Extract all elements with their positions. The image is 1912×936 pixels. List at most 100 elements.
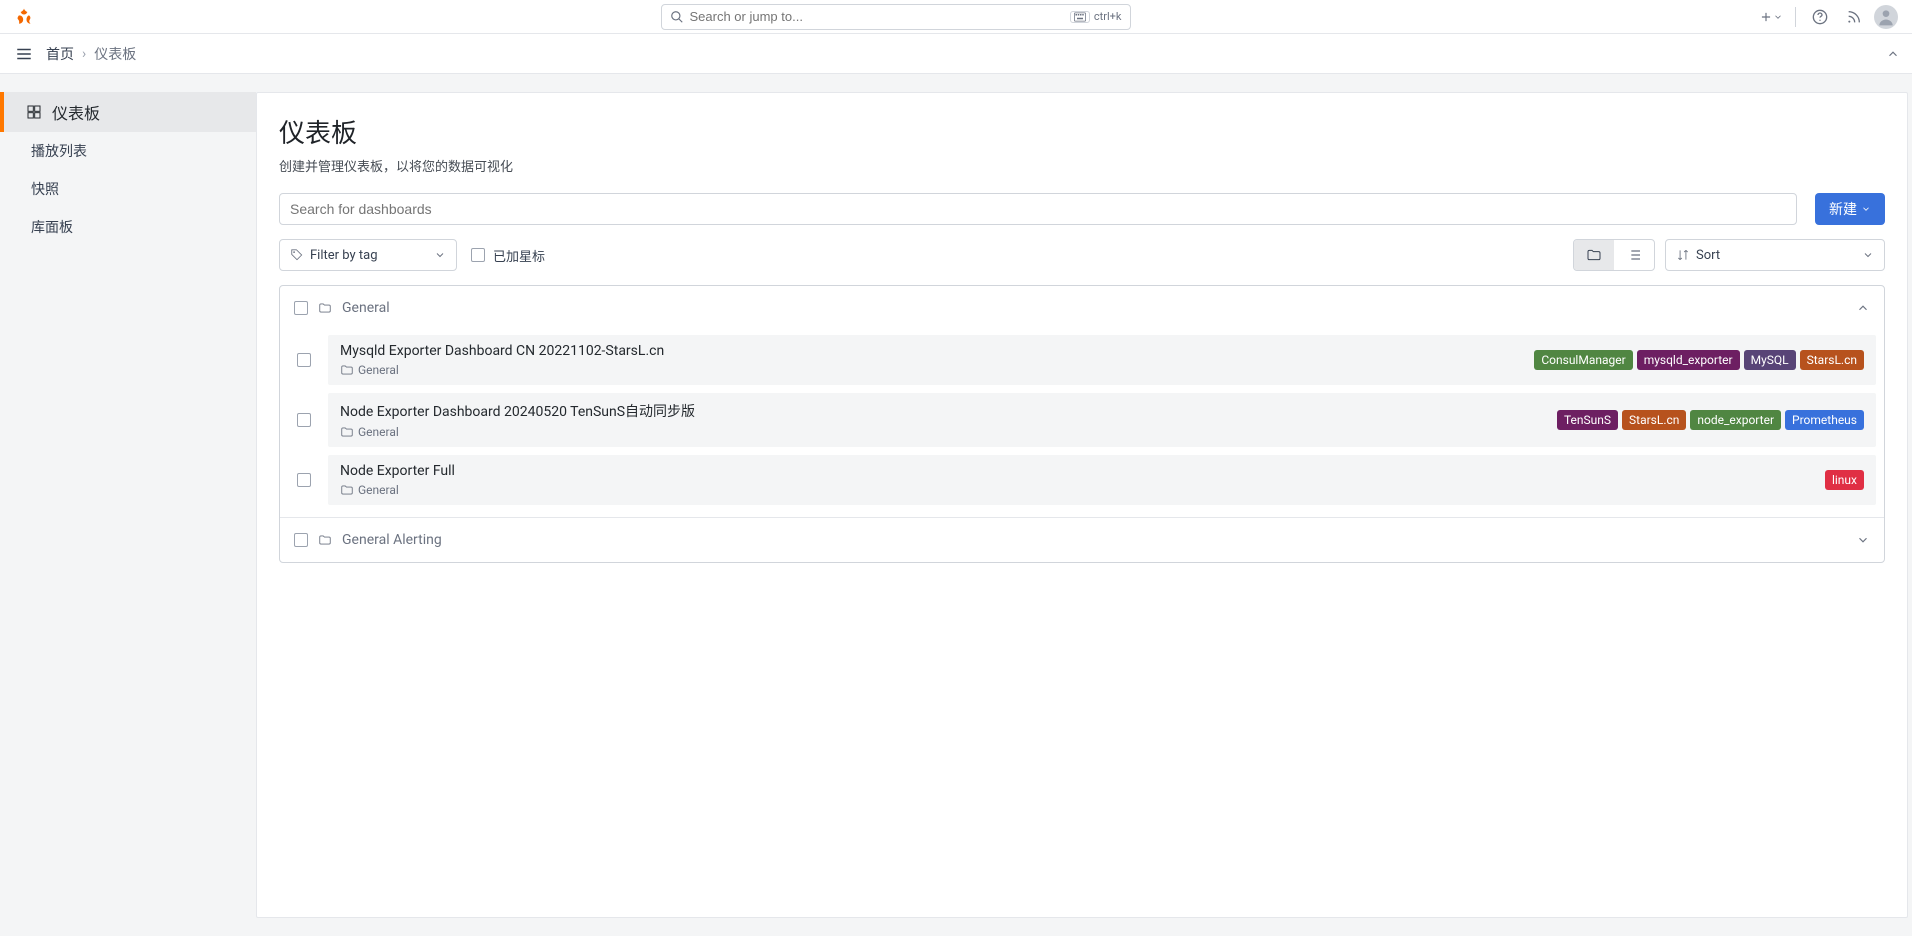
filter-row-right: Sort: [1573, 239, 1885, 271]
view-folders-button[interactable]: [1574, 240, 1614, 270]
keyboard-icon: [1070, 11, 1090, 23]
chevron-up-icon: [1886, 47, 1900, 61]
breadcrumb-current: 仪表板: [94, 44, 136, 64]
dashboard-row: Node Exporter Dashboard 20240520 TenSunS…: [288, 389, 1876, 451]
list-icon: [1626, 247, 1642, 263]
new-button-label: 新建: [1829, 199, 1857, 219]
page-subtitle: 创建并管理仪表板，以将您的数据可视化: [279, 156, 1885, 175]
view-toggle: [1573, 239, 1655, 271]
checkbox[interactable]: [471, 248, 485, 262]
main-layout: 仪表板 播放列表 快照 库面板 仪表板 创建并管理仪表板，以将您的数据可视化 新…: [0, 74, 1912, 936]
dashboard-folder: General: [340, 363, 1526, 377]
folder-icon: [318, 301, 332, 315]
dashboard-row: Node Exporter FullGenerallinux: [288, 451, 1876, 509]
checkbox[interactable]: [294, 533, 308, 547]
sidebar: 仪表板 播放列表 快照 库面板: [0, 74, 256, 936]
shortcut-text: ctrl+k: [1094, 10, 1122, 23]
tag-list: ConsulManagermysqld_exporterMySQLStarsL.…: [1534, 350, 1864, 370]
folder-section: General Alerting: [280, 517, 1884, 562]
chevron-down-icon: [1861, 204, 1871, 214]
tag-list: linux: [1825, 470, 1864, 490]
checkbox[interactable]: [297, 413, 311, 427]
grafana-logo-icon[interactable]: [14, 7, 34, 27]
dashboard-row: Mysqld Exporter Dashboard CN 20221102-St…: [288, 331, 1876, 389]
breadcrumb-separator: ›: [82, 46, 86, 62]
menu-toggle-button[interactable]: [12, 42, 36, 66]
folder-header[interactable]: General: [280, 286, 1884, 330]
content-area: 仪表板 创建并管理仪表板，以将您的数据可视化 新建 Filter by tag …: [256, 92, 1908, 918]
folder-icon: [1586, 247, 1602, 263]
dashboard-title: Node Exporter Dashboard 20240520 TenSunS…: [340, 401, 1549, 421]
tag[interactable]: StarsL.cn: [1622, 410, 1686, 430]
tag-list: TenSunSStarsL.cnnode_exporterPrometheus: [1557, 410, 1864, 430]
search-icon: [670, 10, 684, 24]
topbar-left: [8, 7, 34, 27]
tag[interactable]: Prometheus: [1785, 410, 1864, 430]
news-button[interactable]: [1840, 3, 1868, 31]
help-button[interactable]: [1806, 3, 1834, 31]
chevron-down-icon: [1862, 249, 1874, 261]
chevron-up-icon: [1856, 301, 1870, 315]
dashboard-folder: General: [340, 425, 1549, 439]
keyboard-shortcut-hint: ctrl+k: [1070, 10, 1122, 23]
chevron-down-icon: [1856, 533, 1870, 547]
tag[interactable]: TenSunS: [1557, 410, 1618, 430]
dashboard-search-input[interactable]: [279, 193, 1797, 225]
sidebar-item-label: 快照: [31, 179, 59, 199]
dashboard-card[interactable]: Node Exporter Dashboard 20240520 TenSunS…: [328, 393, 1876, 447]
user-avatar[interactable]: [1874, 5, 1898, 29]
folder-section: General Mysqld Exporter Dashboard CN 2022…: [280, 286, 1884, 517]
sidebar-item-playlists[interactable]: 播放列表: [0, 132, 256, 170]
dashboard-icon: [26, 104, 42, 120]
tag[interactable]: mysqld_exporter: [1637, 350, 1740, 370]
topbar-right: [1757, 3, 1904, 31]
new-button[interactable]: 新建: [1815, 193, 1885, 225]
tag[interactable]: ConsulManager: [1534, 350, 1632, 370]
add-button[interactable]: [1757, 3, 1785, 31]
sidebar-item-label: 播放列表: [31, 141, 87, 161]
sidebar-item-dashboards[interactable]: 仪表板: [0, 92, 256, 132]
tag-icon: [290, 248, 304, 262]
tag[interactable]: node_exporter: [1690, 410, 1781, 430]
folder-header[interactable]: General Alerting: [280, 518, 1884, 562]
tag-filter-select[interactable]: Filter by tag: [279, 239, 457, 271]
folder-name: General Alerting: [342, 532, 442, 548]
sidebar-item-label: 仪表板: [52, 100, 100, 124]
dashboard-list: Mysqld Exporter Dashboard CN 20221102-St…: [280, 330, 1884, 517]
view-list-button[interactable]: [1614, 240, 1654, 270]
breadcrumb-home[interactable]: 首页: [46, 44, 74, 64]
topbar-center: ctrl+k: [34, 4, 1757, 30]
dashboard-card[interactable]: Mysqld Exporter Dashboard CN 20221102-St…: [328, 335, 1876, 385]
breadcrumb: 首页 › 仪表板: [46, 44, 136, 64]
dashboard-card[interactable]: Node Exporter FullGenerallinux: [328, 455, 1876, 505]
global-search-input[interactable]: [690, 9, 1064, 24]
sidebar-item-snapshots[interactable]: 快照: [0, 170, 256, 208]
filter-row: Filter by tag 已加星标: [279, 239, 1885, 271]
starred-label: 已加星标: [493, 246, 545, 265]
divider: [1795, 7, 1796, 27]
search-row: 新建: [279, 193, 1885, 225]
breadcrumb-collapse[interactable]: [1886, 47, 1900, 61]
dashboard-title: Node Exporter Full: [340, 463, 1817, 479]
sort-label: Sort: [1696, 248, 1720, 263]
chevron-down-icon: [434, 249, 446, 261]
tag[interactable]: StarsL.cn: [1800, 350, 1864, 370]
page-title: 仪表板: [279, 113, 1885, 150]
folder-name: General: [342, 300, 390, 316]
checkbox[interactable]: [294, 301, 308, 315]
dashboard-listing: General Mysqld Exporter Dashboard CN 2022…: [279, 285, 1885, 563]
tag[interactable]: linux: [1825, 470, 1864, 490]
tag-filter-label: Filter by tag: [310, 248, 378, 263]
breadcrumb-bar: 首页 › 仪表板: [0, 34, 1912, 74]
global-search[interactable]: ctrl+k: [661, 4, 1131, 30]
sidebar-item-library-panels[interactable]: 库面板: [0, 208, 256, 246]
folder-icon: [318, 533, 332, 547]
tag[interactable]: MySQL: [1744, 350, 1796, 370]
top-nav: ctrl+k: [0, 0, 1912, 34]
dashboard-title: Mysqld Exporter Dashboard CN 20221102-St…: [340, 343, 1526, 359]
starred-filter[interactable]: 已加星标: [471, 246, 545, 265]
sort-select[interactable]: Sort: [1665, 239, 1885, 271]
sidebar-item-label: 库面板: [31, 217, 73, 237]
checkbox[interactable]: [297, 473, 311, 487]
checkbox[interactable]: [297, 353, 311, 367]
